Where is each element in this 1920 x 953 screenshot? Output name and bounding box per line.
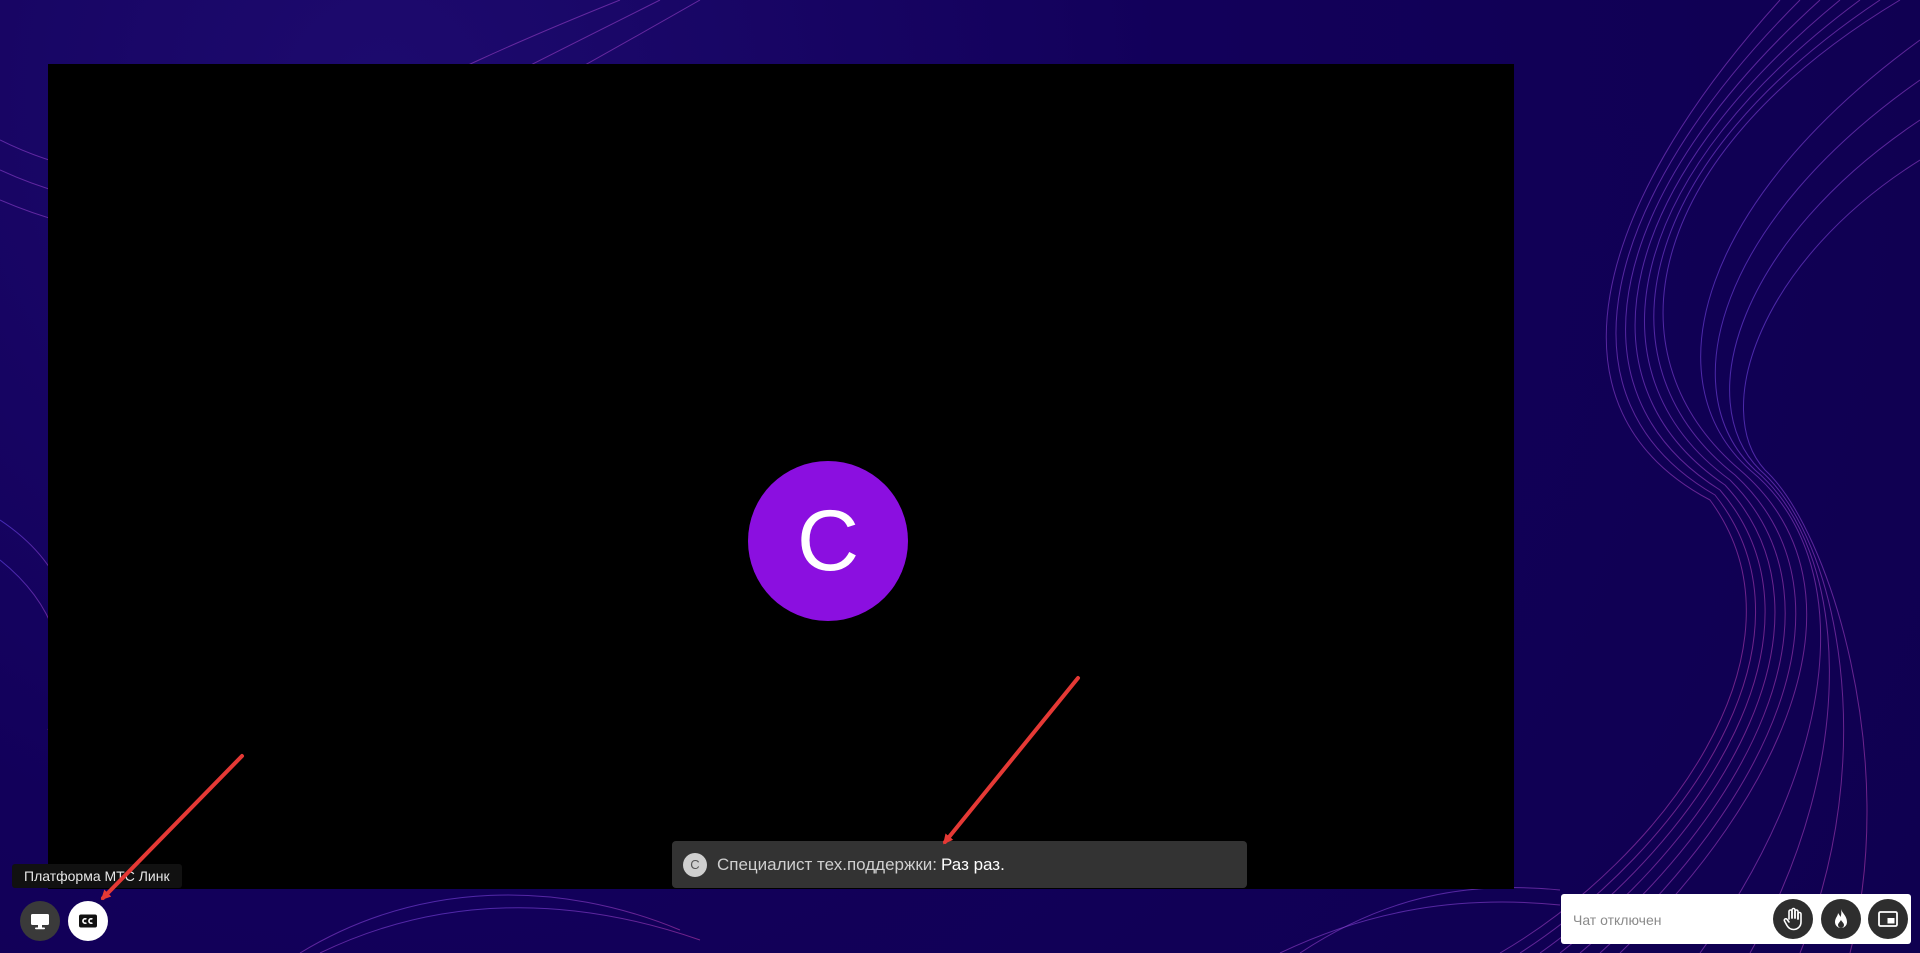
raise-hand-button[interactable]	[1773, 899, 1813, 939]
closed-captions-icon	[79, 914, 97, 928]
live-caption: C Специалист тех.поддержки : Раз раз.	[672, 841, 1247, 888]
meeting-stage: C C Специалист тех.поддержки : Раз раз. …	[0, 0, 1920, 953]
chat-input[interactable]	[1571, 905, 1775, 935]
caption-text: Раз раз.	[941, 854, 1005, 874]
caption-avatar: C	[683, 852, 707, 877]
monitor-icon	[31, 914, 49, 930]
participant-avatar: C	[748, 461, 908, 621]
chat-panel	[1561, 894, 1911, 944]
caption-separator: :	[932, 854, 938, 874]
picture-in-picture-icon	[1878, 911, 1898, 927]
raise-hand-icon	[1783, 907, 1802, 931]
picture-in-picture-button[interactable]	[1868, 899, 1908, 939]
video-tile: C	[48, 64, 1514, 889]
caption-speaker: Специалист тех.поддержки	[717, 854, 933, 874]
screen-share-button[interactable]	[20, 901, 60, 941]
fire-icon	[1835, 909, 1847, 928]
closed-captions-button[interactable]	[68, 901, 108, 941]
platform-tooltip: Платформа МТС Линк	[12, 864, 182, 888]
reactions-button[interactable]	[1821, 899, 1861, 939]
